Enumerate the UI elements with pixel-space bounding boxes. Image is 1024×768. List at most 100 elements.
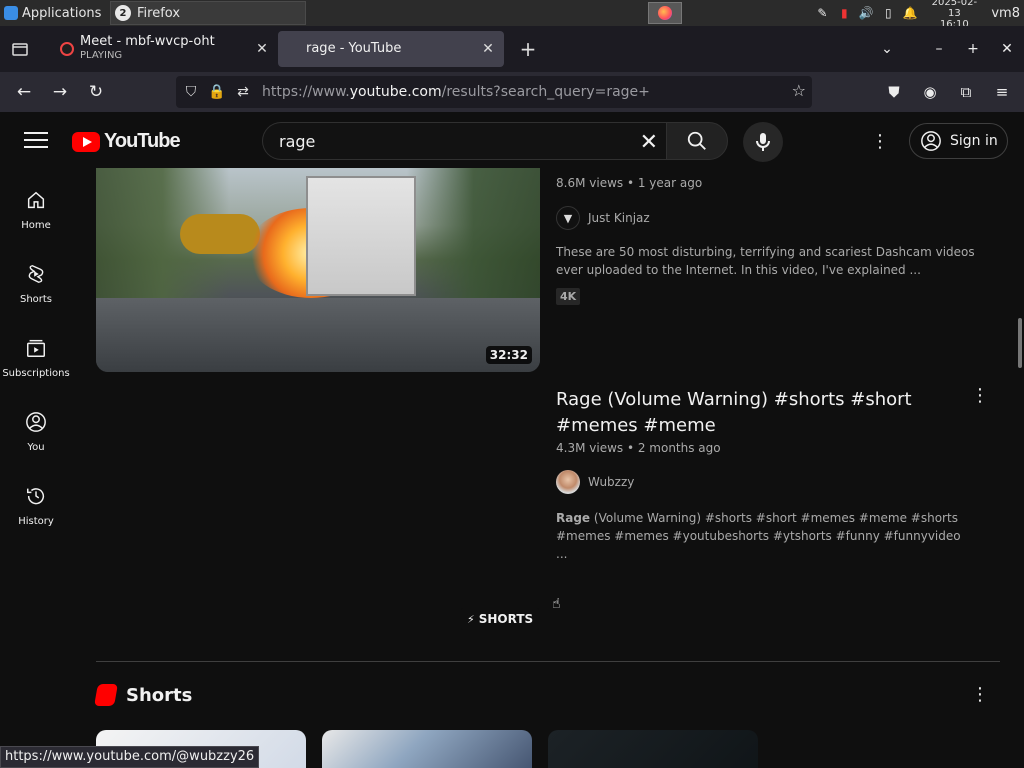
search-button[interactable] [666, 122, 728, 160]
subscriptions-icon [24, 336, 48, 360]
maximize-window-icon[interactable]: + [956, 32, 990, 66]
video-metadata: 4.3M views • 2 months ago [556, 441, 721, 455]
firefox-view-icon [12, 43, 28, 56]
guide-item-label: History [18, 516, 54, 527]
meet-favicon-icon [60, 42, 74, 56]
shorts-section-title: Shorts [126, 684, 193, 706]
bookmark-star-icon[interactable]: ☆ [792, 81, 806, 100]
applications-label: Applications [22, 5, 102, 21]
taskbar-window-label: Firefox [137, 5, 181, 21]
video-description: Rage (Volume Warning) #shorts #short #me… [556, 509, 966, 563]
firefox-view-button[interactable] [0, 26, 40, 72]
video-metadata: 8.6M views • 1 year ago [556, 176, 703, 190]
permissions-icon[interactable]: ⇄ [232, 81, 254, 103]
close-tab-icon[interactable]: ✕ [480, 41, 496, 57]
history-icon [24, 484, 48, 508]
close-tab-icon[interactable]: ✕ [254, 41, 270, 57]
channel-link[interactable]: Wubzzy [556, 470, 634, 494]
guide-item-label: You [27, 442, 45, 453]
close-window-icon[interactable]: ✕ [990, 32, 1024, 66]
mini-guide: Home Shorts Subscriptions You History [0, 168, 72, 538]
video-action-menu-icon[interactable]: ⋮ [970, 385, 990, 406]
video-description: These are 50 most disturbing, terrifying… [556, 245, 975, 277]
shorts-chip[interactable]: ⚡ SHORTS [461, 608, 540, 630]
youtube-header: YouTube rage ✕ ⋮ Sign in [0, 112, 1024, 168]
guide-menu-icon[interactable] [24, 132, 48, 148]
tracking-protection-shield-icon[interactable]: ⛉ [180, 81, 202, 103]
sign-in-label: Sign in [950, 133, 998, 149]
shorts-section-menu-icon[interactable]: ⋮ [970, 684, 990, 705]
battery-icon[interactable]: ▯ [881, 6, 895, 20]
microphone-icon [756, 133, 770, 151]
youtube-page: YouTube rage ✕ ⋮ Sign in Home Shorts Sub… [0, 112, 1024, 768]
quality-badge: 4K [556, 288, 581, 305]
page-scrollbar[interactable] [1018, 318, 1022, 368]
guide-item-shorts[interactable]: Shorts [0, 242, 72, 316]
user-label[interactable]: vm8 [991, 6, 1020, 21]
channel-name: Just Kinjaz [588, 211, 650, 225]
guide-item-label: Shorts [19, 294, 53, 305]
description-text: (Volume Warning) #shorts #short #memes #… [556, 511, 961, 561]
menu-hamburger-icon[interactable]: ≡ [986, 76, 1018, 108]
tab-subtitle: PLAYING [80, 50, 123, 61]
search-icon [687, 131, 706, 150]
recording-icon[interactable]: ▮ [837, 6, 851, 20]
account-circle-icon [921, 131, 941, 151]
volume-icon[interactable]: 🔊 [859, 6, 874, 20]
shorts-logo-icon [94, 684, 118, 706]
minimize-window-icon[interactable]: – [922, 32, 956, 66]
section-divider [96, 661, 1000, 662]
you-icon [24, 410, 48, 434]
network-icon[interactable]: ✎ [815, 6, 829, 20]
extensions-icon[interactable]: ⧉ [950, 76, 982, 108]
browser-navigation-bar: ← → ↻ ⛉ 🔒 ⇄ https://www.youtube.com/resu… [0, 72, 1024, 112]
back-button[interactable]: ← [6, 76, 42, 108]
system-tray: ✎ ▮ 🔊 ▯ 🔔 2025-02-13 16:10 vm8 [815, 0, 1024, 30]
youtube-play-logo-icon [72, 131, 100, 152]
url-bar[interactable]: ⛉ 🔒 ⇄ https://www.youtube.com/results?se… [176, 76, 812, 108]
video-title[interactable]: Rage (Volume Warning) #shorts #short #me… [556, 387, 956, 439]
reload-button[interactable]: ↻ [78, 76, 114, 108]
guide-item-label: Home [21, 220, 51, 231]
applications-menu[interactable]: Applications [0, 6, 110, 21]
guide-item-label: Subscriptions [2, 368, 70, 379]
shorts-chip-icon: ⚡ [467, 612, 475, 626]
browser-tab-strip: Meet - mbf-wvcp-oht PLAYING ✕ rage - You… [0, 26, 1024, 168]
forward-button[interactable]: → [42, 76, 78, 108]
tab-youtube[interactable]: rage - YouTube ✕ [278, 31, 504, 168]
list-all-tabs-chevron-down-icon[interactable]: ⌄ [870, 32, 904, 66]
guide-item-history[interactable]: History [0, 464, 72, 538]
sign-in-button[interactable]: Sign in [909, 123, 1008, 159]
os-taskbar: Applications 2 Firefox ✎ ▮ 🔊 ▯ 🔔 2025-02… [0, 0, 1024, 30]
tab-meet[interactable]: Meet - mbf-wvcp-oht PLAYING ✕ [52, 31, 278, 67]
shorts-section-header: Shorts [94, 684, 193, 706]
guide-item-subscriptions[interactable]: Subscriptions [0, 316, 72, 390]
youtube-logo[interactable]: YouTube [72, 130, 181, 153]
firefox-launcher[interactable] [648, 2, 682, 24]
channel-link[interactable]: ▼ Just Kinjaz [556, 206, 650, 230]
youtube-logo-text: YouTube [104, 130, 181, 152]
pocket-icon[interactable]: ⛊ [878, 76, 910, 108]
lock-icon[interactable]: 🔒 [206, 81, 228, 103]
taskbar-firefox-window[interactable]: 2 Firefox [110, 1, 306, 25]
short-thumbnail[interactable] [548, 730, 758, 768]
search-input[interactable]: rage ✕ [262, 122, 666, 160]
clear-search-icon[interactable]: ✕ [640, 130, 658, 155]
notifications-icon[interactable]: 🔔 [903, 6, 918, 20]
guide-item-you[interactable]: You [0, 390, 72, 464]
window-count-badge: 2 [115, 5, 131, 21]
url-host: youtube.com [349, 84, 442, 100]
settings-more-icon[interactable]: ⋮ [870, 130, 890, 152]
guide-item-home[interactable]: Home [0, 168, 72, 242]
description-highlight: Rage [556, 511, 591, 525]
avatar: ▼ [556, 206, 580, 230]
new-tab-button[interactable]: + [512, 33, 544, 65]
shorts-chip-label: SHORTS [478, 612, 534, 626]
clock-date: 2025-02-13 [931, 0, 978, 19]
voice-search-button[interactable] [743, 122, 783, 162]
account-icon[interactable]: ◉ [914, 76, 946, 108]
url-prefix: https://www. [262, 84, 350, 100]
short-thumbnail[interactable] [322, 730, 532, 768]
url-text: https://www.youtube.com/results?search_q… [262, 84, 650, 100]
video-thumbnail[interactable]: 32:32 [96, 168, 540, 372]
